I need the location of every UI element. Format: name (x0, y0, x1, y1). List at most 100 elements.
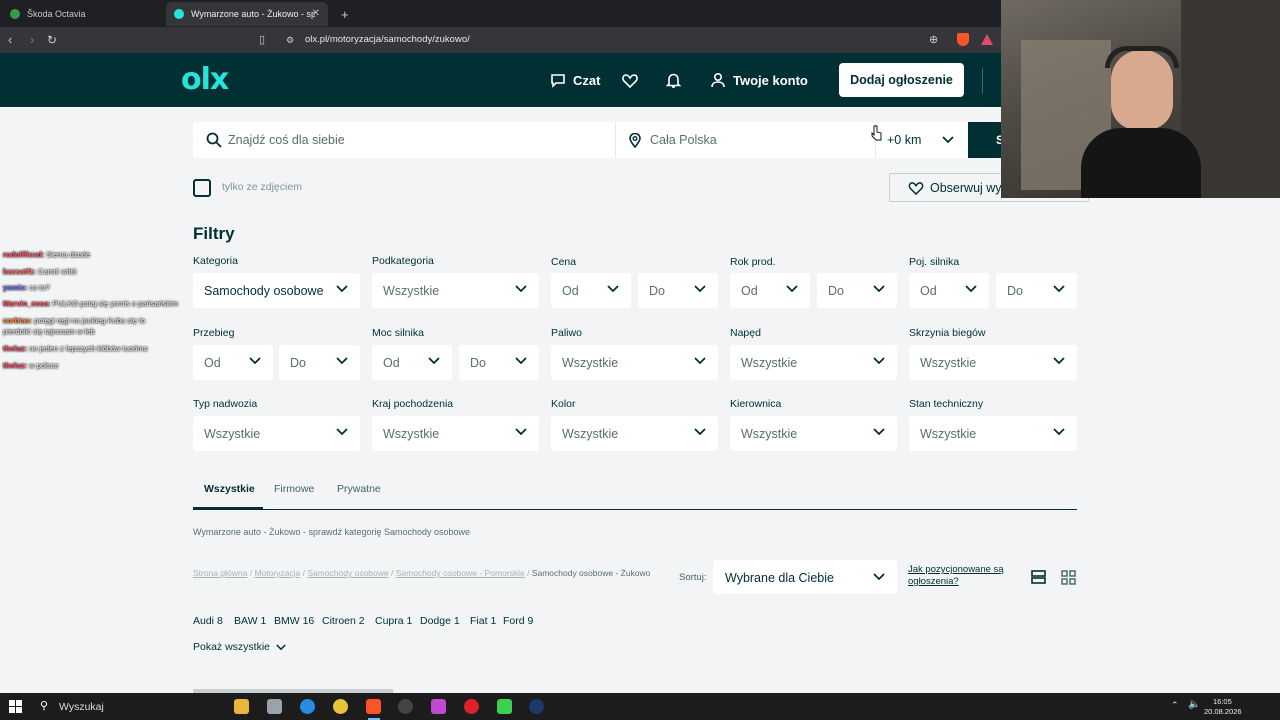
brand-link[interactable]: BMW 16 (274, 615, 314, 627)
drive-select[interactable]: Wszystkie (730, 345, 897, 380)
back-icon[interactable]: ‹ (8, 32, 12, 47)
body-type-select[interactable]: Wszystkie (193, 416, 360, 451)
breadcrumb-link[interactable]: Samochody osobowe (307, 568, 388, 578)
fuel-select[interactable]: Wszystkie (551, 345, 718, 380)
account-link[interactable]: Twoje konto (710, 72, 808, 88)
radius-select[interactable]: +0 km (887, 133, 921, 147)
category-hint[interactable]: Wymarzone auto - Żukowo - sprawdź katego… (193, 527, 470, 537)
gearbox-select[interactable]: Wszystkie (909, 345, 1077, 380)
only-photos-checkbox[interactable] (193, 179, 211, 197)
notifications-bell-icon[interactable] (666, 72, 681, 88)
power-from-select[interactable]: Od (372, 345, 452, 380)
brand-name: Fiat (470, 615, 488, 627)
brand-link[interactable]: Dodge 1 (420, 615, 460, 627)
file-explorer-icon[interactable] (234, 699, 249, 714)
price-to-select[interactable]: Do (638, 273, 718, 308)
brand-link[interactable]: Citroen 2 (322, 615, 365, 627)
category-select[interactable]: Samochody osobowe (193, 273, 360, 308)
engine-size-from-select[interactable]: Od (909, 273, 989, 308)
chevron-down-icon (694, 357, 706, 365)
brand-link[interactable]: BAW 1 (234, 615, 266, 627)
favorites-heart-icon[interactable] (622, 73, 638, 88)
steam-icon[interactable] (529, 699, 544, 714)
show-all-brands-button[interactable]: Pokaż wszystkie (193, 641, 286, 653)
condition-select[interactable]: Wszystkie (909, 416, 1077, 451)
forward-icon[interactable]: › (30, 32, 34, 47)
reload-icon[interactable]: ↻ (47, 33, 57, 47)
price-from-select[interactable]: Od (551, 273, 631, 308)
windows-start-icon[interactable] (9, 700, 22, 713)
chevron-down-icon (607, 285, 619, 293)
clock-date[interactable]: 20.08.2026 (1204, 707, 1242, 716)
search-input[interactable]: Znajdź coś dla siebie (228, 133, 345, 147)
brave-rewards-icon[interactable] (981, 34, 993, 45)
select-value: Wszystkie (383, 283, 440, 298)
filter-label: Przebieg (193, 327, 235, 339)
select-value: Wszystkie (741, 355, 798, 370)
brand-count: 1 (260, 615, 267, 627)
chevron-down-icon (786, 285, 798, 293)
steering-select[interactable]: Wszystkie (730, 416, 897, 451)
breadcrumb-link[interactable]: Samochody osobowe - Pomorskie (396, 568, 525, 578)
tab-business[interactable]: Firmowe (274, 483, 314, 495)
close-tab-icon[interactable]: ✕ (312, 8, 320, 19)
chat-message: corbias: potęgi ręgi na jaukieg Kuba się… (3, 316, 145, 325)
year-from-select[interactable]: Od (730, 273, 810, 308)
color-select[interactable]: Wszystkie (551, 416, 718, 451)
chat-icon (551, 74, 565, 88)
mileage-from-select[interactable]: Od (193, 345, 273, 380)
subcategory-select[interactable]: Wszystkie (372, 273, 539, 308)
filter-label: Kategoria (193, 255, 238, 267)
edge-icon[interactable] (300, 699, 315, 714)
select-value: Wszystkie (562, 426, 619, 441)
tab-all[interactable]: Wszystkie (204, 483, 255, 495)
app-icon[interactable] (464, 699, 479, 714)
brand-link[interactable]: Cupra 1 (375, 615, 412, 627)
sort-value: Wybrane dla Ciebie (725, 571, 834, 585)
app-icon[interactable] (431, 699, 446, 714)
app-icon[interactable] (497, 699, 512, 714)
filter-label: Poj. silnika (909, 256, 960, 268)
breadcrumb-link[interactable]: Strona główna (193, 568, 247, 578)
brand-link[interactable]: Audi 8 (193, 615, 223, 627)
positioning-help-link[interactable]: Jak pozycjonowane są ogłoszenia? (908, 564, 1018, 588)
power-to-select[interactable]: Do (459, 345, 539, 380)
brand-link[interactable]: Fiat 1 (470, 615, 496, 627)
volume-icon[interactable]: 🔈 (1188, 699, 1200, 710)
location-input[interactable]: Cała Polska (650, 133, 717, 147)
chat-link[interactable]: Czat (550, 72, 600, 88)
chevron-down-icon (873, 357, 885, 365)
taskbar-search-label[interactable]: Wyszukaj (59, 701, 104, 713)
engine-size-to-select[interactable]: Do (996, 273, 1077, 308)
list-view-icon[interactable] (1031, 570, 1046, 584)
tab-private[interactable]: Prywatne (337, 483, 381, 495)
new-tab-button[interactable]: + (333, 2, 349, 26)
app-icon[interactable] (267, 699, 282, 714)
origin-country-select[interactable]: Wszystkie (372, 416, 539, 451)
chrome-icon[interactable] (333, 699, 348, 714)
browser-tab-skoda[interactable]: Škoda Octavia (2, 2, 165, 26)
sort-select[interactable]: Wybrane dla Ciebie (713, 560, 897, 594)
year-to-select[interactable]: Do (817, 273, 897, 308)
add-listing-button[interactable]: Dodaj ogłoszenie (839, 63, 964, 97)
chevron-down-icon (428, 357, 440, 365)
obs-icon[interactable] (398, 699, 413, 714)
bookmark-icon[interactable]: ▯ (259, 33, 265, 46)
site-info-icon[interactable]: ⚙ (286, 35, 294, 46)
breadcrumb-link[interactable]: Motoryzacja (254, 568, 300, 578)
browser-tab-olx[interactable]: Wymarzone auto - Żukowo - sp ✕ (166, 2, 328, 26)
zoom-icon[interactable]: ⊕ (929, 33, 938, 46)
clock-time[interactable]: 16:05 (1213, 697, 1232, 706)
taskbar-search-icon[interactable]: ⚲ (40, 699, 48, 712)
url-field[interactable]: olx.pl/motoryzacja/samochody/zukowo/ (305, 34, 470, 45)
olx-logo[interactable]: olx (181, 65, 229, 95)
select-value: Do (470, 355, 486, 370)
chevron-down-icon (276, 643, 286, 650)
mileage-to-select[interactable]: Do (279, 345, 360, 380)
grid-view-icon[interactable] (1061, 570, 1076, 585)
chat-message: pierdolić się tajnosam w łeb (3, 327, 95, 336)
tray-chevron-icon[interactable]: ⌃ (1171, 700, 1179, 711)
brave-icon[interactable] (366, 699, 381, 714)
brand-link[interactable]: Ford 9 (503, 615, 533, 627)
brave-shield-icon[interactable] (957, 33, 969, 46)
